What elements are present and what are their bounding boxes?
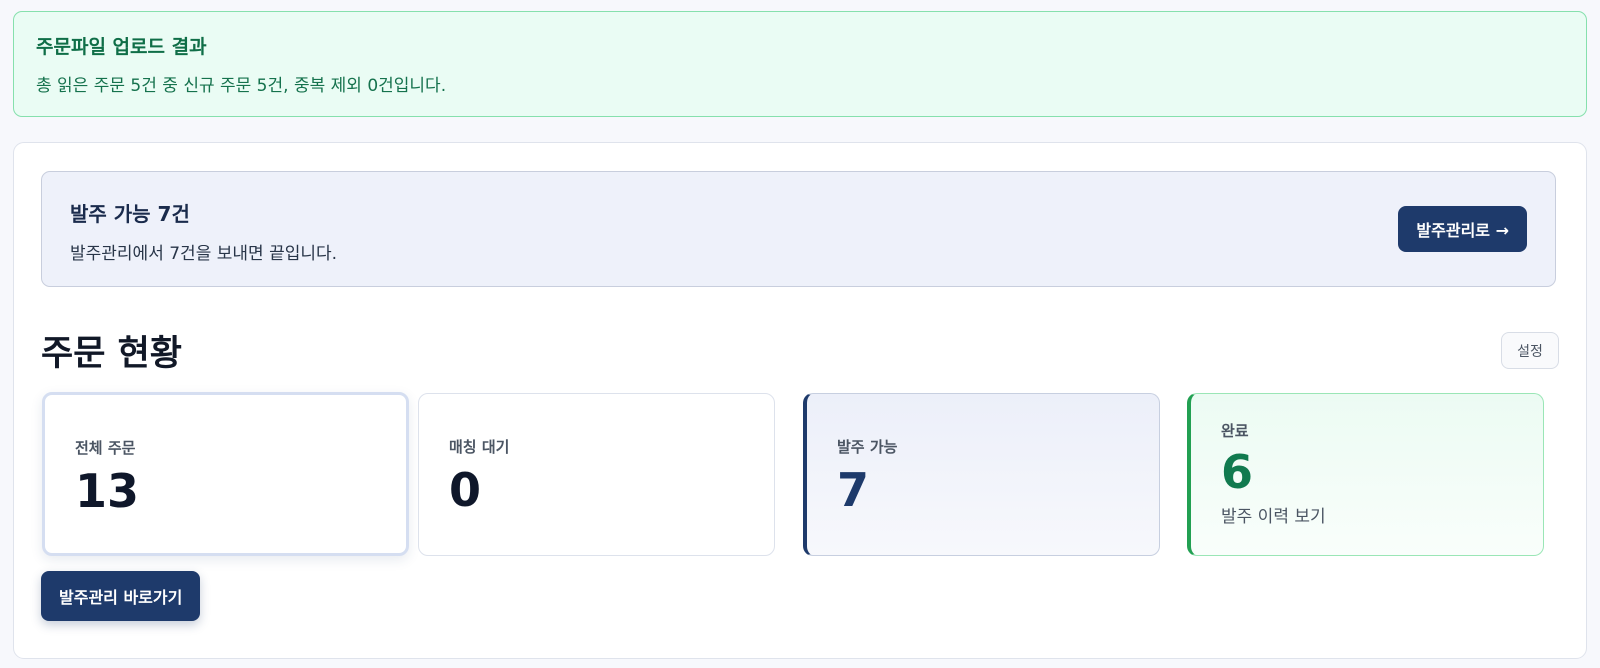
matching-pending-card[interactable]: 매칭 대기 0: [418, 393, 775, 556]
card-value: 7: [837, 463, 870, 517]
upload-result-description: 총 읽은 주문 5건 중 신규 주문 5건, 중복 제외 0건입니다.: [36, 76, 447, 96]
order-status-title: 주문 현황: [41, 334, 182, 374]
order-management-shortcut-button[interactable]: 발주관리 바로가기: [41, 571, 201, 621]
order-ready-description: 발주관리에서 7건을 보내면 끝입니다.: [70, 244, 338, 264]
order-ready-title: 발주 가능 7건: [70, 202, 190, 226]
order-history-link[interactable]: 발주 이력 보기: [1221, 502, 1513, 527]
card-label: 매칭 대기: [449, 438, 510, 456]
upload-result-title: 주문파일 업로드 결과: [36, 36, 207, 58]
go-to-order-management-button[interactable]: 발주관리로 →: [1398, 206, 1527, 252]
card-label: 완료: [1221, 422, 1249, 440]
upload-result-banner: 주문파일 업로드 결과 총 읽은 주문 5건 중 신규 주문 5건, 중복 제외…: [13, 11, 1587, 117]
card-label: 발주 가능: [837, 438, 898, 456]
go-to-order-management-label: 발주관리로 →: [1416, 221, 1509, 240]
order-management-shortcut-label: 발주관리 바로가기: [59, 588, 183, 607]
total-orders-card[interactable]: 전체 주문 13: [42, 392, 409, 556]
card-value: 13: [75, 464, 140, 518]
card-value: 6: [1221, 445, 1254, 499]
order-available-card[interactable]: 발주 가능 7: [803, 393, 1160, 556]
card-value: 0: [449, 463, 482, 517]
order-ready-banner: 발주 가능 7건 발주관리에서 7건을 보내면 끝입니다. 발주관리로 →: [41, 171, 1556, 287]
order-panel: 발주 가능 7건 발주관리에서 7건을 보내면 끝입니다. 발주관리로 → 주문…: [13, 142, 1587, 659]
settings-button[interactable]: 설정: [1501, 332, 1559, 369]
card-label: 전체 주문: [75, 439, 136, 457]
completed-card[interactable]: 완료 6 발주 이력 보기: [1187, 393, 1544, 556]
